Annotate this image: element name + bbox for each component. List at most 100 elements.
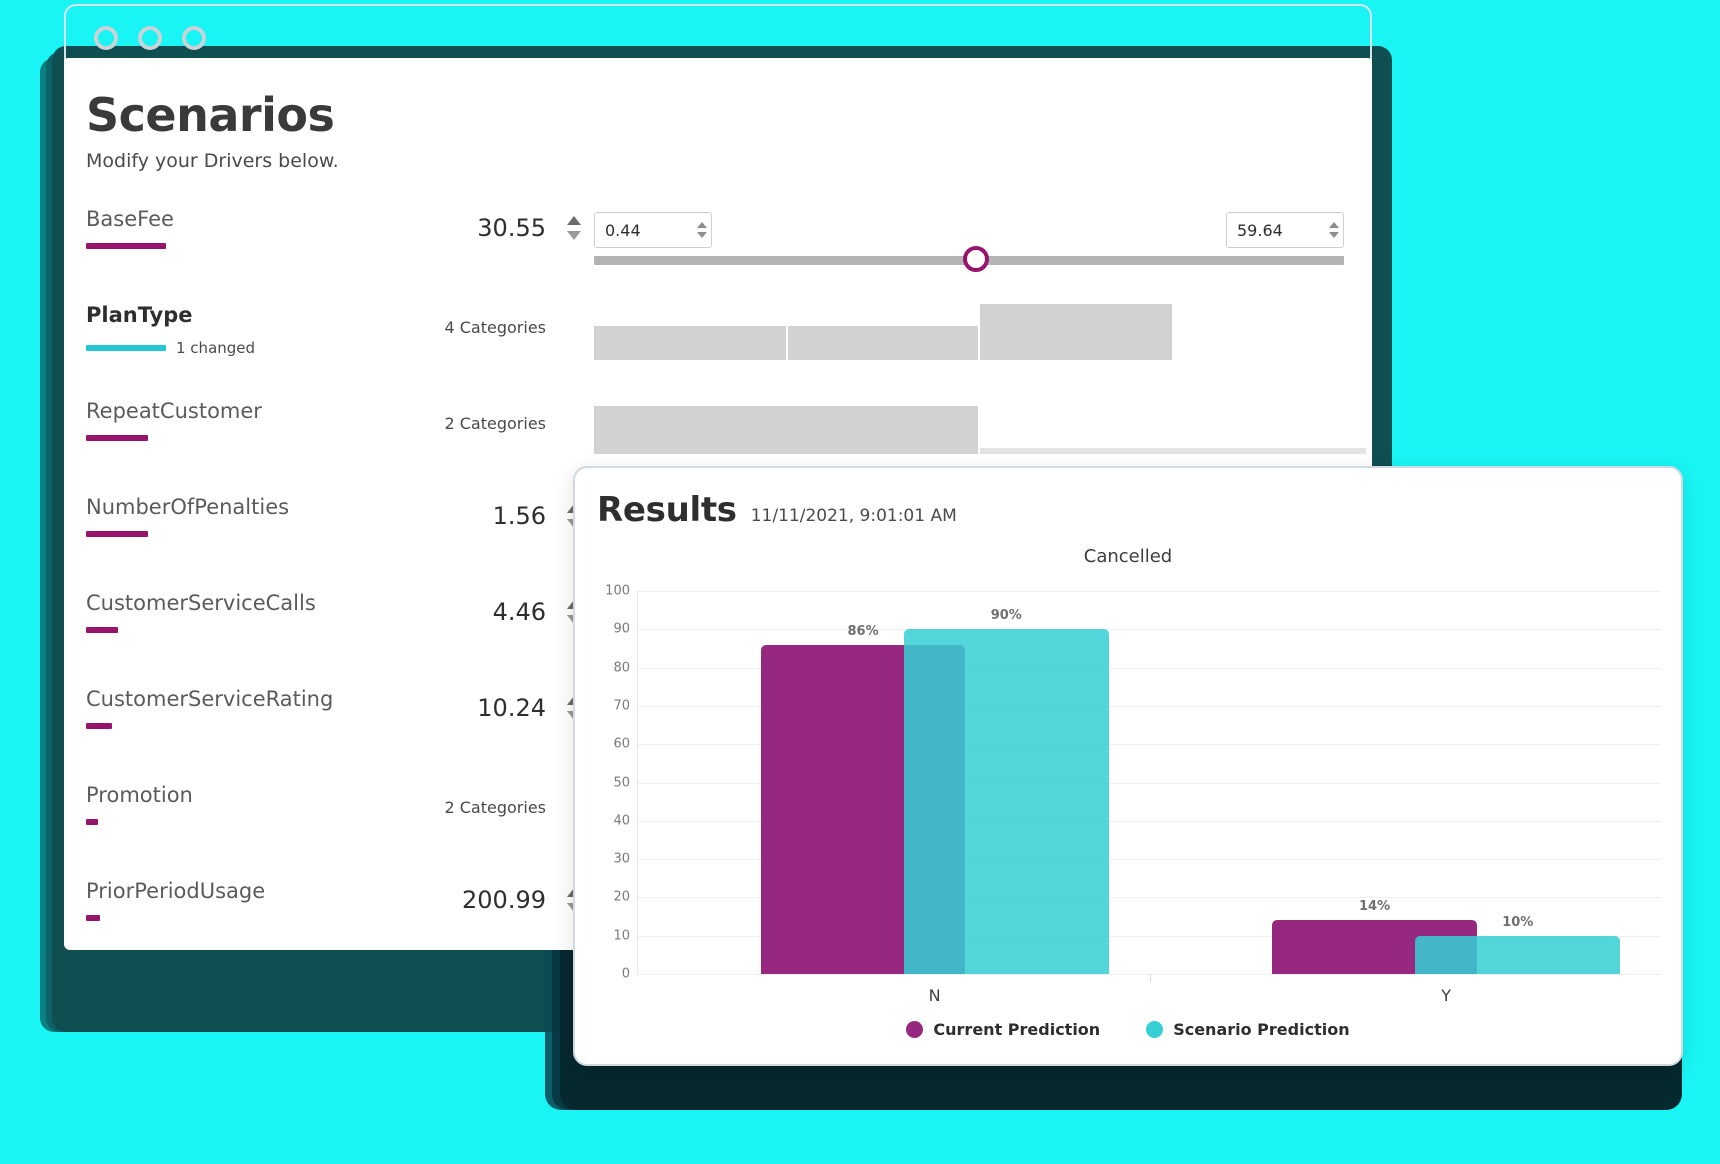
driver-categories-count: 2 Categories (444, 414, 546, 433)
driver-label-col: CustomerServiceRating (64, 687, 364, 730)
legend-label: Scenario Prediction (1173, 1020, 1350, 1039)
y-axis-tick-label: 100 (605, 583, 630, 599)
legend-item[interactable]: Current Prediction (906, 1020, 1100, 1039)
slider-handle[interactable] (963, 246, 989, 272)
stepper-down-icon[interactable] (1329, 232, 1339, 238)
y-axis-tick-label: 40 (613, 813, 630, 829)
driver-importance-bar (86, 627, 118, 634)
driver-changed-row: 1 changed (86, 339, 364, 357)
driver-value: 4.46 (492, 598, 546, 626)
driver-importance-bar (86, 915, 100, 922)
chart-gridline (638, 591, 1661, 592)
driver-label-col: NumberOfPenalties (64, 495, 364, 538)
slider-max-input[interactable]: 59.64 (1226, 212, 1344, 248)
driver-name: PriorPeriodUsage (86, 879, 266, 903)
driver-spin-spacer (554, 400, 594, 408)
stepper-up-icon[interactable] (697, 222, 707, 228)
driver-spin-spacer (554, 304, 594, 312)
slider-min-stepper[interactable] (697, 222, 707, 238)
chart-bar[interactable] (1415, 935, 1621, 974)
stepper-up-icon[interactable] (567, 216, 581, 225)
driver-value: 10.24 (477, 694, 546, 722)
y-axis-tick-label: 70 (613, 698, 630, 714)
category-bar[interactable] (594, 406, 978, 454)
driver-importance-bar (86, 531, 148, 538)
driver-name: BaseFee (86, 207, 174, 231)
driver-row-basefee: BaseFee 30.55 0.44 59.64 (64, 207, 1372, 304)
driver-changed-label: 1 changed (176, 339, 256, 358)
chart-bar-value-label: 86% (847, 623, 879, 639)
x-axis-label: Y (1441, 986, 1452, 1005)
driver-name: PlanType (86, 303, 193, 327)
driver-name: CustomerServiceCalls (86, 591, 316, 615)
y-axis-tick-label: 60 (613, 736, 630, 752)
stepper-up-icon[interactable] (1329, 222, 1339, 228)
driver-label-col: Promotion (64, 783, 364, 826)
chart-bar[interactable] (903, 629, 1109, 974)
close-circle-icon[interactable] (94, 26, 118, 50)
category-bar[interactable] (594, 326, 786, 360)
driver-name: RepeatCustomer (86, 399, 262, 423)
y-axis-tick-label: 10 (613, 928, 630, 944)
page-title: Scenarios (86, 88, 335, 142)
x-axis-label: N (928, 986, 941, 1005)
y-axis-tick-label: 30 (613, 851, 630, 867)
stepper-down-icon[interactable] (697, 232, 707, 238)
chart-bar-value-label: 10% (1502, 914, 1534, 930)
y-axis-tick-label: 50 (613, 775, 630, 790)
legend-label: Current Prediction (933, 1020, 1101, 1039)
legend-item[interactable]: Scenario Prediction (1146, 1020, 1350, 1039)
y-axis-tick-label: 80 (613, 660, 630, 676)
driver-name: Promotion (86, 783, 193, 807)
y-axis-tick-label: 20 (613, 889, 630, 905)
driver-label-col: PriorPeriodUsage (64, 879, 364, 922)
driver-importance-bar (86, 243, 166, 250)
slider-min-value: 0.44 (605, 220, 641, 240)
minimize-circle-icon[interactable] (138, 26, 162, 50)
driver-slider-control: 0.44 59.64 (594, 208, 1372, 272)
y-axis-tick-label: 0 (621, 966, 630, 982)
driver-value: 1.56 (492, 502, 546, 530)
chart-legend: Current Prediction Scenario Prediction (585, 1020, 1671, 1039)
driver-importance-bar (86, 819, 98, 826)
chart-bar-value-label: 14% (1358, 899, 1391, 915)
results-header: Results 11/11/2021, 9:01:01 AM (575, 468, 1681, 530)
x-axis-tick (1149, 974, 1151, 982)
driver-label-col: PlanType 1 changed (64, 303, 364, 357)
driver-value: 200.99 (462, 886, 546, 914)
driver-label-col: CustomerServiceCalls (64, 591, 364, 634)
results-timestamp: 11/11/2021, 9:01:01 AM (750, 506, 957, 526)
results-panel: Results 11/11/2021, 9:01:01 AM Cancelled… (573, 466, 1683, 1066)
chart-bar-value-label: 90% (990, 608, 1022, 624)
legend-color-dot-icon (1146, 1021, 1164, 1038)
chart-gridline (638, 629, 1661, 631)
category-bar-empty[interactable] (980, 448, 1366, 454)
driver-category-control (594, 400, 1372, 456)
stepper-down-icon[interactable] (567, 231, 581, 240)
category-bar[interactable] (788, 326, 978, 360)
legend-color-dot-icon (906, 1021, 924, 1038)
driver-stepper[interactable] (554, 208, 594, 240)
driver-label-col: BaseFee (64, 207, 364, 250)
driver-value: 30.55 (477, 214, 546, 242)
y-axis-tick-label: 90 (613, 621, 630, 637)
driver-label-col: RepeatCustomer (64, 399, 364, 442)
chart-plot-area: 0 10 20 30 40 50 60 70 80 90 100 N 86% 90% Y 14% 10% (605, 584, 1661, 1005)
driver-category-control (594, 304, 1372, 360)
driver-name: NumberOfPenalties (86, 495, 290, 519)
driver-categories-count: 4 Categories (444, 318, 546, 337)
maximize-circle-icon[interactable] (182, 26, 206, 50)
driver-importance-bar (86, 345, 166, 352)
chart-title: Cancelled (1083, 546, 1173, 567)
driver-importance-bar (86, 723, 112, 730)
page-subtitle: Modify your Drivers below. (86, 150, 339, 172)
results-title: Results (597, 490, 737, 530)
slider-max-value: 59.64 (1237, 220, 1283, 240)
driver-categories-count: 2 Categories (444, 798, 546, 817)
slider-min-input[interactable]: 0.44 (594, 212, 712, 248)
driver-row-plantype: PlanType 1 changed 4 Categories (64, 303, 1372, 400)
window-control-dots (94, 26, 206, 50)
category-bar[interactable] (980, 304, 1172, 360)
driver-name: CustomerServiceRating (86, 687, 334, 711)
slider-max-stepper[interactable] (1329, 222, 1339, 238)
